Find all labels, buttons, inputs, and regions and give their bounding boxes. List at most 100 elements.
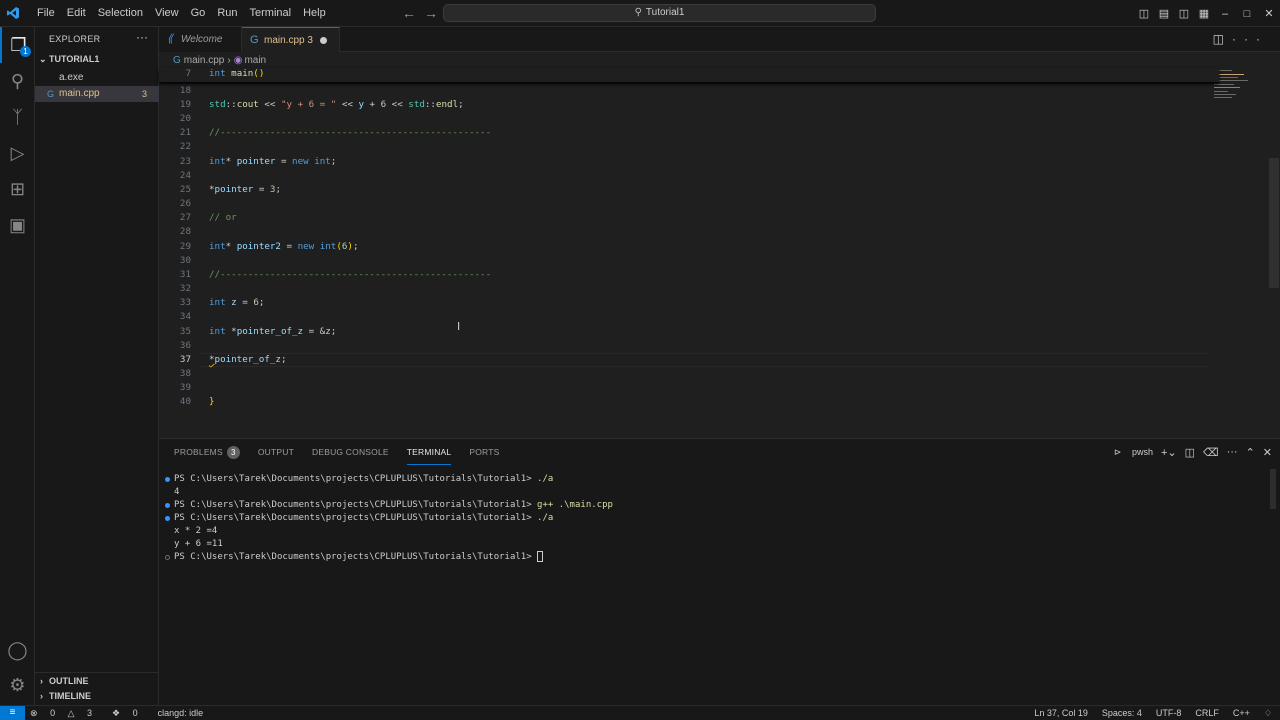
indentation[interactable]: Spaces: 4 <box>1102 706 1142 720</box>
clangd-status[interactable]: clangd: idle <box>158 706 204 720</box>
file-item-a-exe[interactable]: a.exe <box>35 70 159 86</box>
more-actions-icon[interactable]: ··· <box>1232 32 1268 46</box>
terminal-cursor <box>537 551 544 562</box>
workspace-folder[interactable]: ⌄ TUTORIAL1 <box>35 54 159 68</box>
menu-edit[interactable]: Edit <box>61 0 92 27</box>
language-mode[interactable]: C++ <box>1233 706 1250 720</box>
toggle-sidebar-icon[interactable]: ◫ <box>1134 7 1154 20</box>
breadcrumb-symbol[interactable]: main <box>244 55 266 66</box>
panel-actions: ⊳ pwsh +⌄ ◫ ⌫ ··· ⌃ ✕ <box>1098 439 1272 465</box>
trash-icon[interactable]: ⌫ <box>1203 446 1219 459</box>
bottom-panel: PROBLEMS 3 OUTPUT DEBUG CONSOLE TERMINAL … <box>159 438 1280 705</box>
code-line-37: 37 *pointer_of_z; <box>179 354 287 365</box>
breadcrumb-file[interactable]: main.cpp <box>184 55 225 66</box>
terminal-shell-selector[interactable]: ⊳ pwsh <box>1106 447 1153 458</box>
tab-problems[interactable]: PROBLEMS 3 <box>174 439 240 465</box>
file-label: a.exe <box>59 72 84 83</box>
unsaved-dot-icon[interactable] <box>320 37 327 44</box>
code-line-30: 30 <box>179 255 191 266</box>
minimize-icon[interactable]: – <box>1214 8 1236 20</box>
sticky-scroll-line[interactable]: 7 int main() <box>159 68 1219 82</box>
code-editor[interactable]: 7 int main() 18 19 std::cout << "y + 6 = … <box>159 68 1280 438</box>
toggle-secondary-sidebar-icon[interactable]: ◫ <box>1174 7 1194 20</box>
search-view-icon[interactable]: ⚲ <box>0 63 35 99</box>
remote-indicator-icon[interactable]: ≡ <box>0 706 25 720</box>
code-line-40: 40} <box>179 396 215 407</box>
timeline-label: TIMELINE <box>49 691 91 701</box>
code-line-24: 24 <box>179 170 191 181</box>
layout-icon[interactable]: ▦ <box>1194 7 1214 20</box>
explorer-sidebar: EXPLORER ··· ⌄ TUTORIAL1 a.exe G main.cp… <box>35 27 159 705</box>
menu-help[interactable]: Help <box>297 0 332 27</box>
menu-run[interactable]: Run <box>211 0 243 27</box>
source-control-icon[interactable]: ᛉ <box>0 99 35 135</box>
end-of-line[interactable]: CRLF <box>1195 706 1219 720</box>
close-window-icon[interactable]: ✕ <box>1258 7 1280 20</box>
split-editor-icon[interactable]: ◫ <box>1213 32 1232 46</box>
file-item-main-cpp[interactable]: G main.cpp 3 <box>35 86 159 102</box>
remote-explorer-icon[interactable]: ▣ <box>0 207 35 243</box>
code-line-18: 18 <box>179 85 191 96</box>
warning-icon: △ <box>67 708 75 718</box>
split-terminal-icon[interactable]: ◫ <box>1185 446 1195 459</box>
ports-status[interactable]: ❖ 0 <box>112 706 148 720</box>
more-actions-icon[interactable]: ··· <box>136 30 148 44</box>
command-decoration-icon[interactable] <box>165 555 170 560</box>
menu-file[interactable]: File <box>31 0 61 27</box>
restore-icon[interactable]: □ <box>1236 8 1258 20</box>
explorer-title: EXPLORER <box>49 34 101 44</box>
terminal-scrollbar[interactable] <box>1270 469 1276 509</box>
explorer-icon[interactable]: ❐ 1 <box>0 27 35 63</box>
problems-status[interactable]: ⊗ 0 △ 3 <box>30 706 102 720</box>
notifications-bell-icon[interactable]: ♢ <box>1264 706 1272 720</box>
menu-go[interactable]: Go <box>185 0 212 27</box>
activity-bar: ❐ 1 ⚲ ᛉ ▷ ⊞ ▣ ◯ ⚙ <box>0 27 35 705</box>
tab-output[interactable]: OUTPUT <box>258 439 294 465</box>
code-line-27: 27// or <box>179 212 237 223</box>
tab-ports[interactable]: PORTS <box>469 439 499 465</box>
terminal-line: y + 6 =11 <box>174 539 223 549</box>
outline-label: OUTLINE <box>49 676 89 686</box>
maximize-panel-icon[interactable]: ⌃ <box>1246 446 1255 459</box>
command-decoration-icon[interactable] <box>165 503 170 508</box>
tab-main-cpp[interactable]: G main.cpp 3 <box>242 27 340 52</box>
menu-terminal[interactable]: Terminal <box>244 0 298 27</box>
command-center[interactable]: ⚲ Tutorial1 <box>443 4 876 22</box>
account-icon[interactable]: ◯ <box>0 632 35 668</box>
chevron-right-icon: › <box>40 676 43 686</box>
ports-icon: ❖ <box>112 708 121 718</box>
extensions-icon[interactable]: ⊞ <box>0 171 35 207</box>
command-decoration-icon[interactable] <box>165 477 170 482</box>
minimap[interactable] <box>1214 68 1270 438</box>
code-line-33: 33 int z = 6; <box>179 297 265 308</box>
back-arrow-icon[interactable]: ← <box>402 5 424 21</box>
cpp-file-icon: G <box>47 89 55 99</box>
command-decoration-icon[interactable] <box>165 516 170 521</box>
workspace-folder-label: TUTORIAL1 <box>49 54 100 64</box>
settings-gear-icon[interactable]: ⚙ <box>0 667 35 703</box>
new-terminal-icon[interactable]: +⌄ <box>1161 446 1177 459</box>
close-panel-icon[interactable]: ✕ <box>1263 446 1272 459</box>
timeline-section[interactable]: › TIMELINE <box>35 688 159 704</box>
tab-debug-console[interactable]: DEBUG CONSOLE <box>312 439 389 465</box>
menu-view[interactable]: View <box>149 0 185 27</box>
toggle-panel-icon[interactable]: ▤ <box>1154 7 1174 20</box>
method-icon: ◉ <box>233 55 243 66</box>
menu-selection[interactable]: Selection <box>92 0 149 27</box>
cpp-file-icon: G <box>173 55 181 66</box>
code-line-38: 38 <box>179 368 191 379</box>
terminal-line: PS C:\Users\Tarek\Documents\projects\CPL… <box>164 499 1264 512</box>
cursor-position[interactable]: Ln 37, Col 19 <box>1034 706 1088 720</box>
terminal-output[interactable]: PS C:\Users\Tarek\Documents\projects\CPL… <box>164 473 1264 564</box>
tab-terminal[interactable]: TERMINAL <box>406 439 452 465</box>
run-debug-icon[interactable]: ▷ <box>0 135 35 171</box>
title-bar: File Edit Selection View Go Run Terminal… <box>0 0 1280 27</box>
vscode-tab-icon: ⟪ <box>167 33 174 45</box>
encoding[interactable]: UTF-8 <box>1156 706 1182 720</box>
more-actions-icon[interactable]: ··· <box>1227 446 1238 458</box>
code-line: int main() <box>209 68 265 79</box>
tab-welcome[interactable]: ⟪ Welcome <box>159 27 242 52</box>
editor-scrollbar[interactable] <box>1269 158 1279 288</box>
outline-section[interactable]: › OUTLINE <box>35 672 159 688</box>
window-controls: ◫ ▤ ◫ ▦ – □ ✕ <box>1134 0 1280 27</box>
